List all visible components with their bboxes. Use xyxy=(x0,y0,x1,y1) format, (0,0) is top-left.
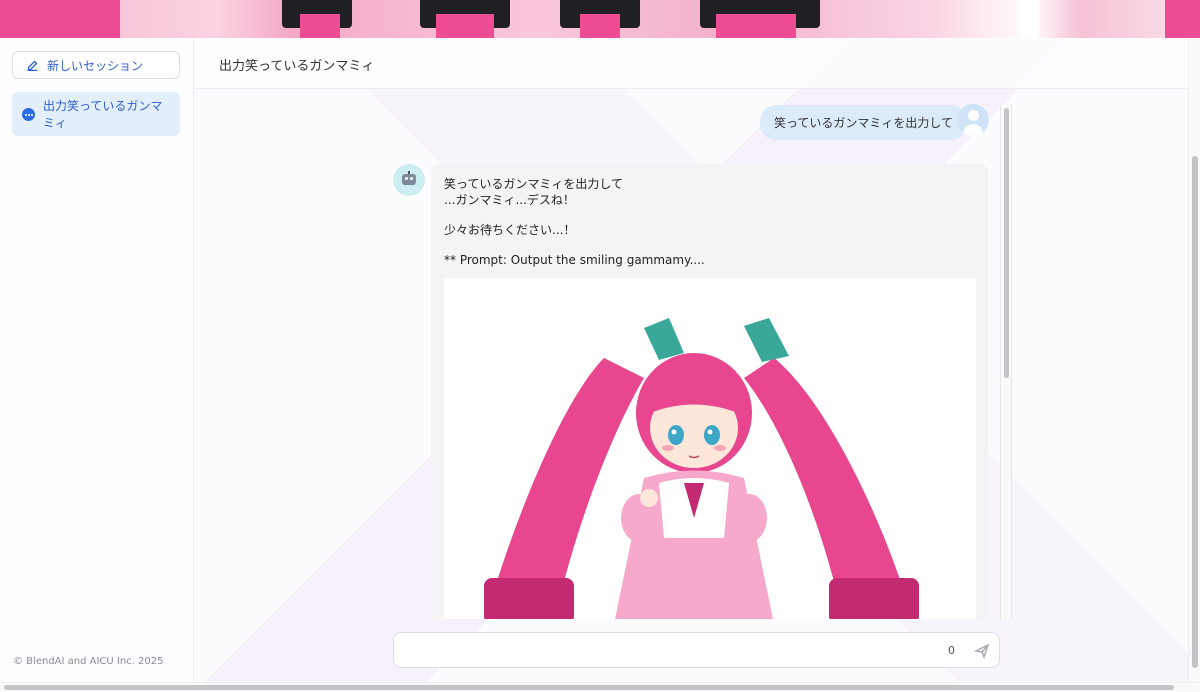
banner-divider xyxy=(1020,0,1038,38)
assistant-text-line: 少々お待ちください...！ xyxy=(444,223,576,237)
sidebar: 新しいセッション 出力笑っているガンマミィ © BlendAI and AICU… xyxy=(0,38,194,682)
generated-image xyxy=(444,278,976,619)
assistant-message: 笑っているガンマミィを出力して ...ガンマミィ...デスね！ 少々お待ちくださ… xyxy=(431,164,988,619)
page-scrollbar-vertical[interactable] xyxy=(1188,38,1200,682)
session-item[interactable]: 出力笑っているガンマミィ xyxy=(12,92,180,136)
banner-art-glyph xyxy=(716,14,796,38)
page-scrollbar-thumb[interactable] xyxy=(4,685,1174,690)
user-message-text: 笑っているガンマミィを出力して xyxy=(774,116,954,130)
banner-art-glyph xyxy=(580,14,620,38)
assistant-prompt-line: ** Prompt: Output the smiling gammamy...… xyxy=(444,253,705,267)
assistant-text-line: ...ガンマミィ...デスね！ xyxy=(444,193,575,207)
chat-scrollbar-thumb[interactable] xyxy=(1004,108,1009,378)
character-illustration xyxy=(484,318,919,619)
user-avatar-icon xyxy=(957,104,989,136)
new-session-label: 新しいセッション xyxy=(47,58,144,73)
robot-icon xyxy=(393,164,425,196)
user-message: 笑っているガンマミィを出力して xyxy=(760,105,968,140)
banner-art-glyph xyxy=(436,14,494,38)
assistant-text-line: 笑っているガンマミィを出力して xyxy=(444,177,624,191)
chat-header: 出力笑っているガンマミィ xyxy=(194,38,1188,89)
page-title: 出力笑っているガンマミィ xyxy=(219,59,375,74)
message-input[interactable]: 0 xyxy=(393,632,1000,668)
banner-art-right xyxy=(1165,0,1200,38)
char-count: 0 xyxy=(948,644,955,657)
new-session-button[interactable]: 新しいセッション xyxy=(12,51,180,79)
page-scrollbar-horizontal[interactable] xyxy=(0,682,1200,692)
chat-scrollbar[interactable] xyxy=(1000,104,1012,619)
chat-messages: 笑っているガンマミィを出力して 笑っているガンマミィを出力して ...ガンマミィ… xyxy=(194,89,1188,619)
page-scrollbar-thumb[interactable] xyxy=(1192,156,1198,668)
session-item-label: 出力笑っているガンマミィ xyxy=(43,99,163,130)
header-banner-image xyxy=(0,0,1200,38)
send-icon[interactable] xyxy=(974,643,990,659)
copyright-text: © BlendAI and AICU Inc. 2025 xyxy=(13,656,164,667)
chat-dots-icon xyxy=(22,108,35,121)
chat-app: 新しいセッション 出力笑っているガンマミィ © BlendAI and AICU… xyxy=(0,38,1200,682)
edit-icon xyxy=(27,60,38,71)
banner-art-glyph xyxy=(300,14,340,38)
banner-art-left xyxy=(0,0,120,38)
